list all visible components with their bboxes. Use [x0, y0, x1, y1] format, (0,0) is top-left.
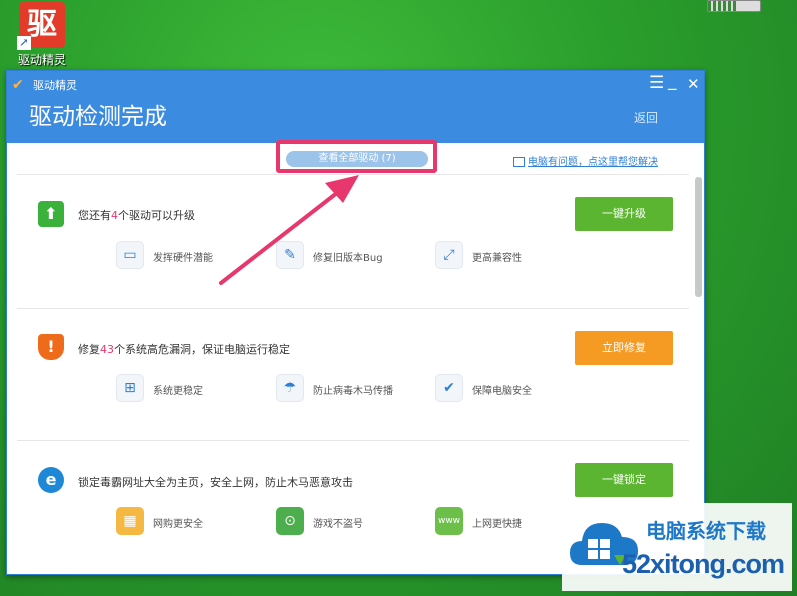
- annotation-arrow: [219, 175, 359, 285]
- driver-genius-app-icon: 驱 ↗: [17, 2, 65, 50]
- shortcut-arrow-icon: ↗: [17, 36, 31, 50]
- watermark-en-text: 52xitong.com: [622, 549, 785, 579]
- desktop-icon-label: 驱动精灵: [17, 53, 66, 67]
- app-window: ✔ 驱动精灵 ☰ _ ✕ 驱动检测完成 返回 查看全部驱动 (7) 电脑有问题，…: [6, 70, 705, 575]
- watermark-cn-text: 电脑系统下载: [646, 519, 766, 543]
- tray-meter: [707, 0, 761, 12]
- watermark: 电脑系统下载 52xitong.com: [562, 503, 792, 591]
- desktop-icon-driver-genius[interactable]: 驱 ↗ 驱动精灵: [14, 2, 70, 68]
